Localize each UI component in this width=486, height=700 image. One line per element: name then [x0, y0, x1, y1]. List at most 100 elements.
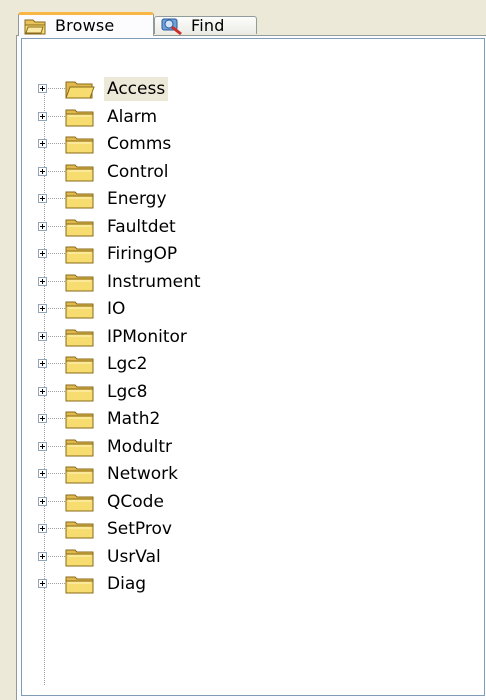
folder-icon: [64, 518, 96, 540]
tree-item[interactable]: Modultr: [22, 433, 462, 461]
tree-branch-line: [45, 390, 65, 392]
folder-icon: [64, 271, 96, 293]
tree-item[interactable]: Access: [22, 75, 462, 103]
folder-icon: [64, 491, 96, 513]
tree-branch-line: [45, 583, 65, 584]
expand-plus-icon[interactable]: [38, 166, 47, 176]
tree-item-label[interactable]: Faultdet: [104, 215, 179, 239]
folder-icon: [64, 161, 96, 183]
find-magnifier-icon: [159, 16, 185, 36]
tree-branch-line: [45, 198, 65, 199]
tree-branch-line: [45, 363, 65, 364]
tree-item[interactable]: SetProv: [22, 515, 462, 543]
expand-plus-icon[interactable]: [38, 579, 47, 588]
tree-item-label[interactable]: FiringOP: [104, 242, 180, 266]
folder-icon: [64, 381, 96, 403]
expand-plus-icon[interactable]: [38, 496, 47, 506]
tree-item[interactable]: Diag: [22, 570, 462, 598]
tree-branch-line: [45, 88, 65, 89]
expand-plus-icon[interactable]: [38, 276, 47, 286]
expand-plus-icon[interactable]: [38, 221, 47, 231]
expand-plus-icon[interactable]: [38, 111, 47, 121]
tree-item[interactable]: Lgc2: [22, 350, 462, 378]
tree-item-label[interactable]: Alarm: [104, 105, 160, 129]
tree-branch-line: [45, 225, 65, 227]
folder-icon: [64, 188, 96, 210]
expand-plus-icon[interactable]: [38, 386, 47, 396]
tree-branch-line: [45, 473, 65, 474]
expand-plus-icon[interactable]: [38, 551, 47, 561]
expand-plus-icon[interactable]: [38, 524, 47, 533]
tree-item[interactable]: Faultdet: [22, 213, 462, 241]
browse-panel: Access Alarm Comms Control Energy Faultdet Fir…: [16, 35, 486, 700]
tab-strip: Browse Find: [0, 0, 486, 36]
tree-item-label[interactable]: IPMonitor: [104, 325, 190, 349]
tree-item-label[interactable]: Network: [104, 462, 181, 486]
folder-icon: [64, 463, 96, 485]
folder-icon: [64, 573, 96, 595]
folder-icon: [64, 298, 96, 320]
tree-branch-line: [45, 308, 65, 309]
tree-branch-line: [45, 528, 65, 529]
tree-item-label[interactable]: Lgc8: [104, 380, 150, 404]
tree-item[interactable]: Alarm: [22, 103, 462, 131]
tree-item-label[interactable]: Instrument: [104, 270, 204, 294]
folder-icon: [64, 408, 96, 430]
tab-browse[interactable]: Browse: [18, 12, 154, 36]
tree-item-label[interactable]: QCode: [104, 490, 167, 514]
folder-icon: [64, 436, 96, 458]
expand-plus-icon[interactable]: [38, 414, 47, 423]
tree-item-label[interactable]: IO: [104, 297, 128, 321]
tree-item[interactable]: Network: [22, 460, 462, 488]
tree-item-label[interactable]: Math2: [104, 407, 163, 431]
tree-item[interactable]: Math2: [22, 405, 462, 433]
tree-item-label[interactable]: UsrVal: [104, 545, 164, 569]
tree-branch-line: [45, 555, 65, 557]
expand-plus-icon[interactable]: [38, 84, 47, 93]
folder-icon: [64, 546, 96, 568]
tab-find-label: Find: [191, 16, 225, 35]
tree-item-label[interactable]: Comms: [104, 132, 174, 156]
tree-item[interactable]: IO: [22, 295, 462, 323]
open-folder-icon: [23, 16, 49, 36]
tree-item[interactable]: QCode: [22, 488, 462, 516]
tree-view[interactable]: Access Alarm Comms Control Energy Faultdet Fir…: [21, 38, 485, 696]
tree-item[interactable]: Instrument: [22, 268, 462, 296]
tree-branch-line: [45, 115, 65, 117]
expand-plus-icon[interactable]: [38, 304, 47, 313]
folder-icon: [64, 216, 96, 238]
folder-icon: [64, 326, 96, 348]
tree-branch-line: [45, 445, 65, 447]
tree-item-label[interactable]: Energy: [104, 187, 170, 211]
tree-item[interactable]: Comms: [22, 130, 462, 158]
folder-icon: [64, 243, 96, 265]
tree-branch-line: [45, 253, 65, 254]
tree-branch-line: [45, 170, 65, 172]
tree-item[interactable]: Energy: [22, 185, 462, 213]
tree-item-label[interactable]: Modultr: [104, 435, 175, 459]
tree-branch-line: [45, 280, 65, 282]
tree-branch-line: [45, 500, 65, 502]
expand-plus-icon[interactable]: [38, 249, 47, 258]
folder-icon: [64, 353, 96, 375]
tree-item-label[interactable]: Diag: [104, 572, 149, 596]
expand-plus-icon[interactable]: [38, 139, 47, 148]
tab-find[interactable]: Find: [154, 16, 257, 36]
folder-icon: [64, 106, 96, 128]
tree-item-label[interactable]: SetProv: [104, 517, 175, 541]
tree-item[interactable]: UsrVal: [22, 543, 462, 571]
tree-item[interactable]: FiringOP: [22, 240, 462, 268]
expand-plus-icon[interactable]: [38, 359, 47, 368]
tree-item-label[interactable]: Lgc2: [104, 352, 150, 376]
tree-item[interactable]: Lgc8: [22, 378, 462, 406]
open-folder-icon: [64, 78, 96, 100]
expand-plus-icon[interactable]: [38, 331, 47, 341]
tree-item[interactable]: IPMonitor: [22, 323, 462, 351]
expand-plus-icon[interactable]: [38, 441, 47, 451]
tree-item[interactable]: Control: [22, 158, 462, 186]
tree-branch-line: [45, 335, 65, 337]
expand-plus-icon[interactable]: [38, 469, 47, 478]
tree-item-label[interactable]: Control: [104, 160, 171, 184]
tree-item-label[interactable]: Access: [104, 77, 169, 101]
expand-plus-icon[interactable]: [38, 194, 47, 203]
